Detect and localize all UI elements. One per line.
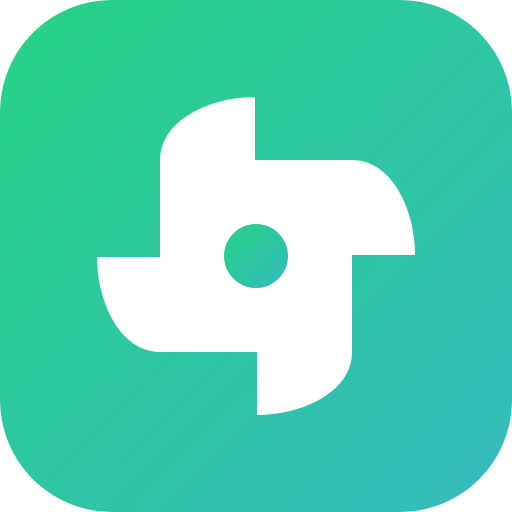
- icon-canvas: [0, 0, 512, 512]
- pinwheel-icon: [0, 0, 512, 512]
- pinwheel-center-dot: [224, 224, 288, 288]
- app-icon[interactable]: [0, 0, 512, 512]
